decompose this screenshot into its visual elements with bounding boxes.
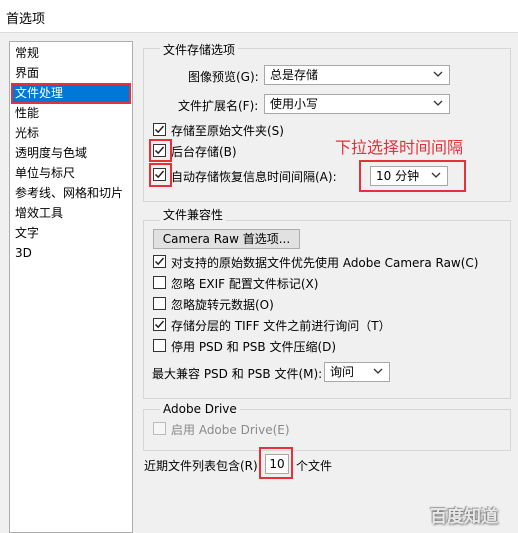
title-bar: 首选项	[0, 0, 518, 33]
max-compat-select[interactable]: 询问	[324, 362, 390, 382]
highlight-box-auto-save	[149, 163, 172, 187]
annotation-text: 下拉选择时间间隔	[335, 138, 464, 157]
sidebar-item-performance[interactable]: 性能	[12, 104, 130, 123]
ignore-exif-checkbox[interactable]	[153, 276, 166, 289]
disable-psd-compression-checkbox[interactable]	[153, 339, 166, 352]
highlight-box-recent-files	[259, 447, 293, 479]
image-preview-select[interactable]: 总是存储	[264, 65, 450, 85]
max-compat-value: 询问	[330, 365, 355, 379]
sidebar-item-transparency-gamut[interactable]: 透明度与色域	[12, 144, 130, 163]
save-to-original-folder-checkbox[interactable]	[153, 123, 166, 136]
highlight-box-interval	[359, 160, 466, 192]
ignore-rotation-label: 忽略旋转元数据(O)	[171, 298, 274, 312]
prefer-camera-raw-label: 对支持的原始数据文件优先使用 Adobe Camera Raw(C)	[171, 256, 479, 270]
camera-raw-preferences-button[interactable]: Camera Raw 首选项...	[153, 229, 300, 249]
ask-layered-tiff-checkbox[interactable]	[153, 318, 166, 331]
file-save-options-legend: 文件存储选项	[160, 41, 239, 58]
sidebar-item-units-rulers[interactable]: 单位与标尺	[12, 164, 130, 183]
ignore-rotation-checkbox[interactable]	[153, 297, 166, 310]
file-extension-select[interactable]: 使用小写	[264, 94, 450, 114]
prefer-camera-raw-checkbox[interactable]	[153, 255, 166, 268]
max-compat-label: 最大兼容 PSD 和 PSB 文件(M):	[152, 367, 323, 381]
sidebar-item-plugins[interactable]: 增效工具	[12, 204, 130, 223]
disable-psd-compression-label: 停用 PSD 和 PSB 文件压缩(D)	[171, 340, 337, 354]
checkmark-icon	[154, 257, 165, 266]
sidebar-item-cursors[interactable]: 光标	[12, 124, 130, 143]
save-to-original-folder-label: 存储至原始文件夹(S)	[171, 124, 284, 138]
sidebar-item-type[interactable]: 文字	[12, 224, 130, 243]
image-preview-label: 图像预览(G):	[188, 70, 259, 84]
watermark-text: 百度知道	[430, 507, 498, 527]
chevron-down-icon	[373, 368, 383, 374]
highlight-box-background-save	[149, 139, 172, 162]
recent-files-label: 近期文件列表包含(R):	[144, 459, 262, 473]
file-extension-value: 使用小写	[270, 97, 319, 111]
recent-files-suffix: 个文件	[296, 459, 333, 473]
background-save-label: 后台存储(B)	[171, 145, 237, 159]
checkmark-icon	[154, 320, 165, 329]
sidebar-item-3d[interactable]: 3D	[12, 244, 130, 263]
enable-adobe-drive-checkbox[interactable]	[153, 422, 166, 435]
file-extension-label: 文件扩展名(F):	[178, 99, 259, 113]
sidebar-item-general[interactable]: 常规	[12, 44, 130, 63]
sidebar-item-guides-grid-slices[interactable]: 参考线、网格和切片	[12, 184, 130, 203]
enable-adobe-drive-label: 启用 Adobe Drive(E)	[171, 423, 290, 437]
ignore-exif-label: 忽略 EXIF 配置文件标记(X)	[171, 277, 319, 291]
auto-save-label: 自动存储恢复信息时间间隔(A):	[171, 170, 337, 184]
checkmark-icon	[154, 125, 165, 134]
sidebar-item-interface[interactable]: 界面	[12, 64, 130, 83]
chevron-down-icon	[433, 100, 443, 106]
ask-layered-tiff-label: 存储分层的 TIFF 文件之前进行询问（T）	[171, 319, 391, 333]
window-title: 首选项	[6, 12, 46, 27]
adobe-drive-legend: Adobe Drive	[160, 402, 240, 416]
file-compatibility-legend: 文件兼容性	[160, 206, 227, 223]
sidebar-item-file-handling[interactable]: 文件处理	[11, 83, 131, 104]
image-preview-value: 总是存储	[270, 68, 319, 82]
chevron-down-icon	[433, 71, 443, 77]
preferences-sidebar: 常规 界面 文件处理 性能 光标 透明度与色域 单位与标尺 参考线、网格和切片 …	[9, 41, 133, 533]
